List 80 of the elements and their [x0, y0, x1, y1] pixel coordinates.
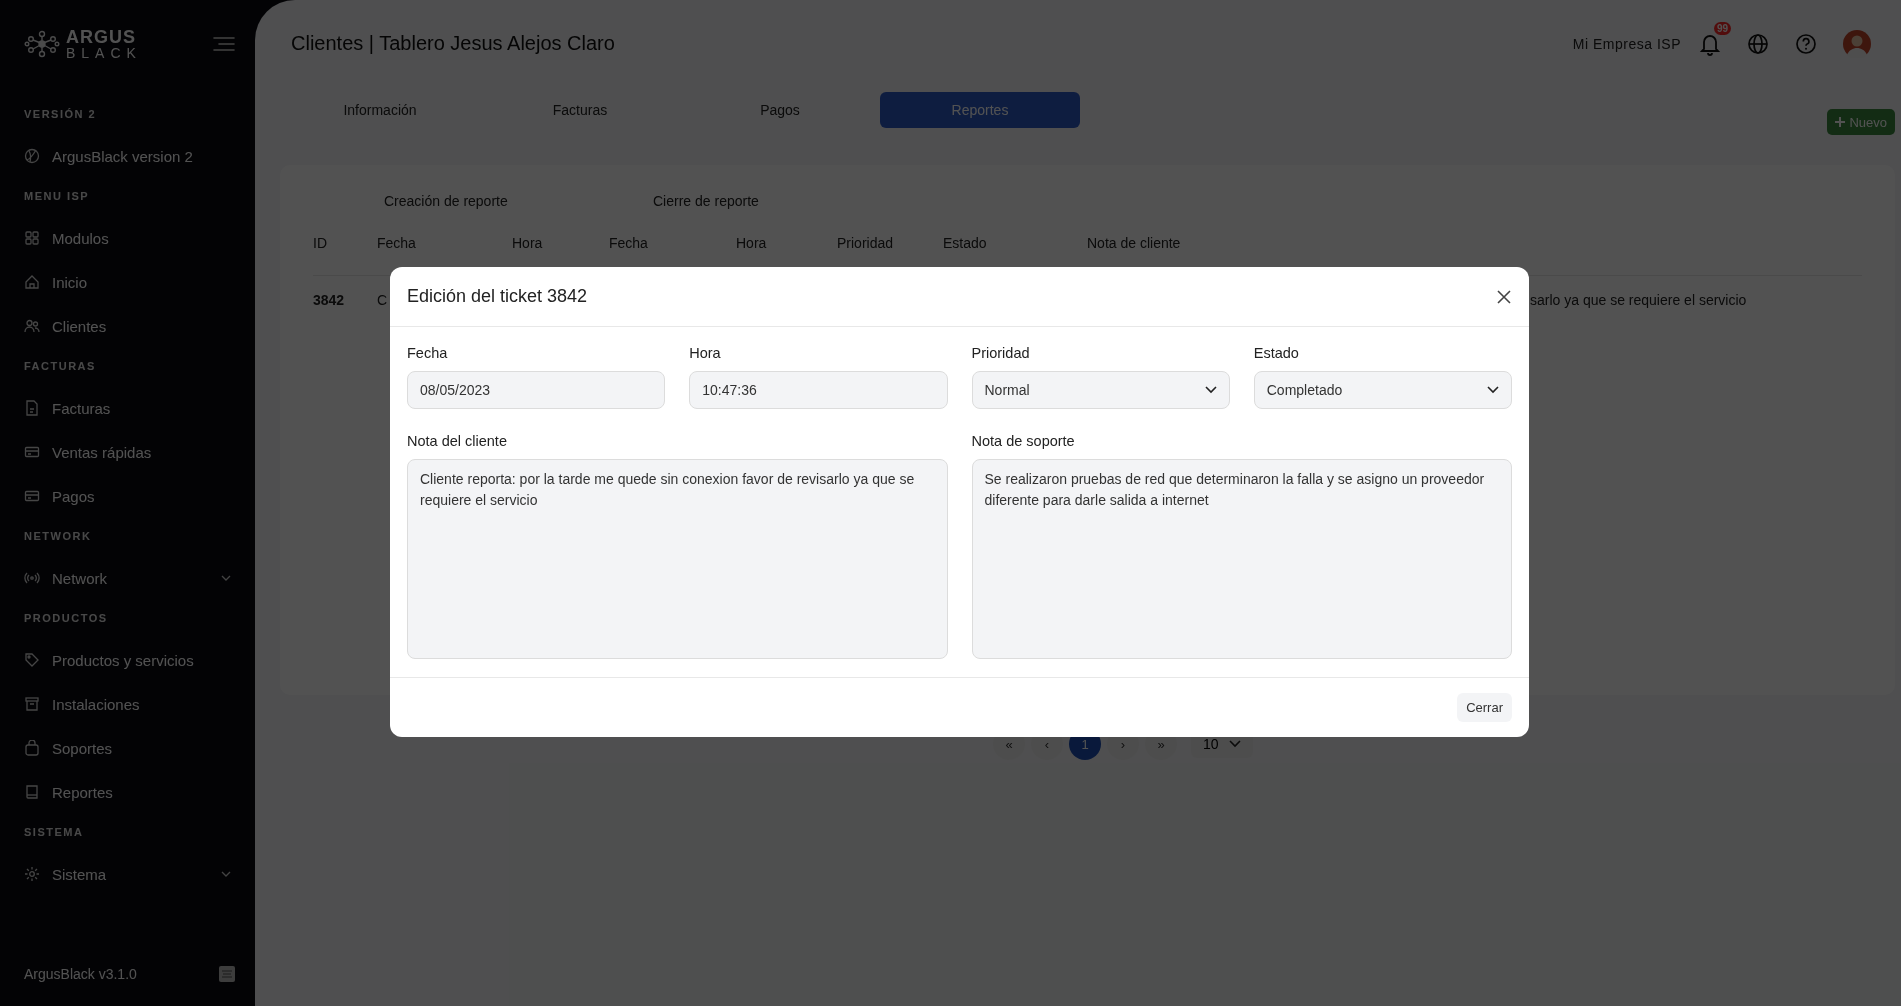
- column-header: Fecha: [377, 235, 417, 251]
- chevron-icon: [1487, 386, 1499, 394]
- table-cell: 3842: [313, 292, 345, 308]
- company-name: Mi Empresa ISP: [1572, 35, 1681, 52]
- sidebar-item[interactable]: ArgusBlack version 2: [24, 134, 235, 178]
- tab[interactable]: Facturas: [480, 92, 680, 128]
- logo-wordmark: ARGUS: [66, 28, 137, 46]
- sidebar-item[interactable]: Ventas rápidas: [24, 430, 235, 474]
- sidebar-item[interactable]: Clientes: [24, 304, 235, 348]
- column-header: Prioridad: [837, 235, 895, 251]
- close-button[interactable]: Cerrar: [1457, 693, 1512, 722]
- signal-icon: [24, 570, 40, 586]
- input-field[interactable]: 10:47:36: [689, 371, 948, 409]
- bag-icon: [24, 740, 40, 756]
- modal-title: Edición del ticket 3842: [407, 286, 588, 307]
- page-title: Clientes | Tablero Jesus Alejos Claro: [291, 32, 615, 55]
- nav-section-heading: FACTURAS: [24, 359, 97, 374]
- nav-section-heading: MENU ISP: [24, 189, 91, 204]
- gear-icon: [24, 866, 40, 882]
- grid-icon: [24, 230, 40, 246]
- sidebar-item[interactable]: Modulos: [24, 216, 235, 260]
- menu-icon[interactable]: [213, 36, 235, 52]
- badge-icon: [219, 966, 235, 982]
- input-field[interactable]: 08/05/2023: [407, 371, 666, 409]
- sidebar-item[interactable]: Reportes: [24, 770, 235, 814]
- field-label: Prioridad: [971, 345, 1031, 361]
- tab[interactable]: Información: [280, 92, 480, 128]
- nav-section-heading: PRODUCTOS: [24, 611, 109, 626]
- sidebar-item[interactable]: Sistema: [24, 852, 235, 896]
- tab[interactable]: Pagos: [680, 92, 880, 128]
- field-label: Hora: [689, 345, 722, 361]
- logo-icon: [24, 30, 60, 58]
- nav-section-heading: VERSIÓN 2: [24, 107, 98, 122]
- tab[interactable]: Reportes: [880, 92, 1080, 128]
- help-icon[interactable]: [1795, 32, 1817, 55]
- chevron-icon: [1204, 386, 1217, 394]
- column-header: Estado: [943, 235, 988, 251]
- table-cell: sarlo ya que se requiere el servicio: [1530, 292, 1747, 308]
- table-cell: C: [377, 292, 388, 308]
- sidebar-item[interactable]: Facturas: [24, 386, 235, 430]
- field-label: Fecha: [407, 345, 449, 361]
- notification-count: 99: [1713, 21, 1731, 35]
- column-header: Fecha: [609, 235, 649, 251]
- sidebar-item[interactable]: Inicio: [24, 260, 235, 304]
- text-area[interactable]: Cliente reporta: por la tarde me quede sin conexion favor de revisarlo ya que se requiere el servicio: [407, 459, 948, 659]
- column-header: ID: [313, 235, 328, 251]
- field-label: Nota de soporte: [971, 433, 1076, 449]
- archive-icon: [24, 696, 40, 712]
- column-group-header: Creación de reporte: [384, 193, 509, 209]
- nav-section-heading: NETWORK: [24, 529, 93, 544]
- select-field[interactable]: Normal: [971, 371, 1230, 409]
- field-label: Estado: [1253, 345, 1300, 361]
- sidebar-item[interactable]: Soportes: [24, 726, 235, 770]
- select-field[interactable]: Completado: [1253, 371, 1512, 409]
- book-icon: [24, 784, 40, 800]
- sidebar-item[interactable]: Productos y servicios: [24, 638, 235, 682]
- ball-icon: [24, 148, 40, 164]
- globe-icon[interactable]: [1747, 32, 1769, 55]
- card-icon: [24, 444, 40, 460]
- column-header: Nota de cliente: [1087, 235, 1182, 251]
- column-header: Hora: [736, 235, 768, 251]
- file-icon: [24, 400, 40, 416]
- home-icon: [24, 274, 40, 290]
- close-icon[interactable]: [1496, 288, 1512, 305]
- sidebar-item[interactable]: Network: [24, 556, 235, 600]
- users-icon: [24, 318, 40, 334]
- tag-icon: [24, 652, 40, 668]
- version-label: ArgusBlack v3.1.0: [24, 966, 137, 982]
- card-icon: [24, 488, 40, 504]
- plus-icon: [1835, 117, 1846, 127]
- sidebar-item[interactable]: Pagos: [24, 474, 235, 518]
- chevron-icon: [1228, 740, 1241, 748]
- column-header: Hora: [512, 235, 544, 251]
- sidebar-item[interactable]: Instalaciones: [24, 682, 235, 726]
- logo-wordmark: BLACK: [66, 46, 142, 60]
- column-group-header: Cierre de reporte: [653, 193, 760, 209]
- avatar-icon[interactable]: [1843, 29, 1871, 58]
- field-label: Nota del cliente: [407, 433, 508, 449]
- nav-section-heading: SISTEMA: [24, 825, 85, 840]
- text-area[interactable]: Se realizaron pruebas de red que determinaron la falla y se asigno un proveedor diferente para darle salida a internet: [971, 459, 1512, 659]
